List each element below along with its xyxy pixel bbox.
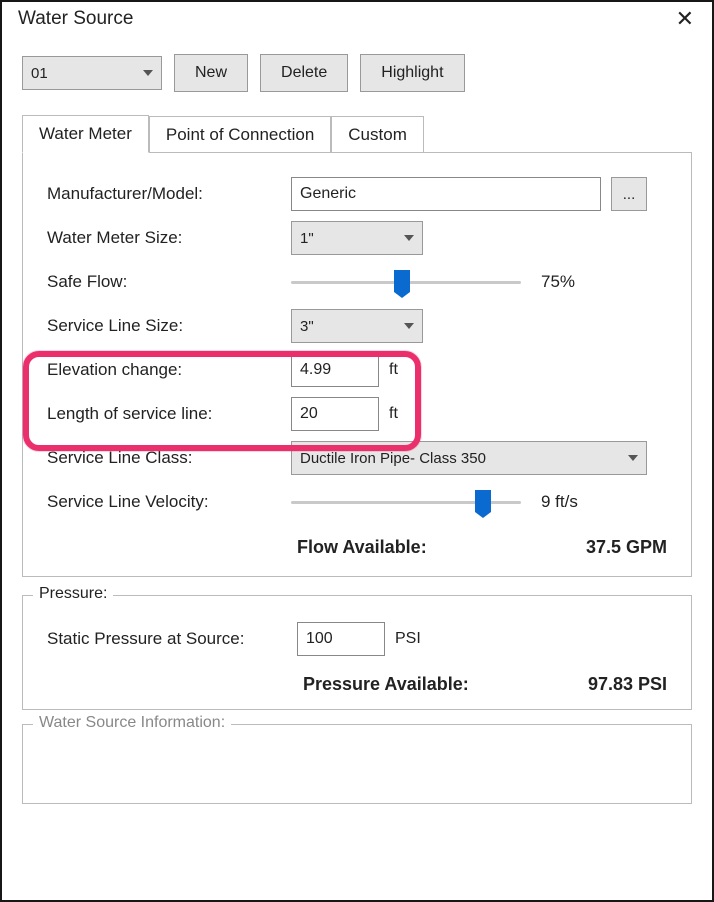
meter-size-select[interactable]: 1" <box>291 221 423 255</box>
tab-strip: Water Meter Point of Connection Custom <box>22 114 692 152</box>
static-pressure-input[interactable]: 100 <box>297 622 385 656</box>
pressure-legend: Pressure: <box>33 585 113 603</box>
manufacturer-label: Manufacturer/Model: <box>41 184 291 204</box>
close-icon[interactable]: ✕ <box>672 8 698 30</box>
manufacturer-browse-button[interactable]: ... <box>611 177 647 211</box>
pressure-available-row: Pressure Available: 97.83 PSI <box>41 674 673 695</box>
service-line-class-value: Ductile Iron Pipe- Class 350 <box>300 450 486 467</box>
safe-flow-slider[interactable]: 75% <box>291 270 521 294</box>
velocity-label: Service Line Velocity: <box>41 492 291 512</box>
highlight-button[interactable]: Highlight <box>360 54 464 92</box>
service-line-class-select[interactable]: Ductile Iron Pipe- Class 350 <box>291 441 647 475</box>
new-button[interactable]: New <box>174 54 248 92</box>
safe-flow-value: 75% <box>541 272 575 292</box>
water-source-info-group: Water Source Information: <box>22 724 692 804</box>
static-pressure-label: Static Pressure at Source: <box>41 629 297 649</box>
delete-button[interactable]: Delete <box>260 54 348 92</box>
elevation-unit: ft <box>389 361 398 379</box>
flow-available-value: 37.5 GPM <box>586 537 667 558</box>
titlebar: Water Source ✕ <box>2 2 712 36</box>
service-line-size-select[interactable]: 3" <box>291 309 423 343</box>
safe-flow-label: Safe Flow: <box>41 272 291 292</box>
static-pressure-row: Static Pressure at Source: 100 PSI <box>41 620 673 658</box>
tab-water-meter[interactable]: Water Meter <box>22 115 149 153</box>
manufacturer-input[interactable]: Generic <box>291 177 601 211</box>
pressure-available-value: 97.83 PSI <box>588 674 667 695</box>
tab-custom[interactable]: Custom <box>331 116 424 153</box>
elevation-row: Elevation change: 4.99 ft <box>41 351 673 389</box>
pressure-available-label: Pressure Available: <box>303 674 469 695</box>
service-line-size-row: Service Line Size: 3" <box>41 307 673 345</box>
service-line-class-row: Service Line Class: Ductile Iron Pipe- C… <box>41 439 673 477</box>
meter-size-value: 1" <box>300 230 314 247</box>
safe-flow-row: Safe Flow: 75% <box>41 263 673 301</box>
manufacturer-row: Manufacturer/Model: Generic ... <box>41 175 673 213</box>
meter-size-row: Water Meter Size: 1" <box>41 219 673 257</box>
service-line-size-label: Service Line Size: <box>41 316 291 336</box>
toolbar: 01 New Delete Highlight <box>2 36 712 102</box>
window-title: Water Source <box>18 8 133 30</box>
flow-available-label: Flow Available: <box>297 537 427 558</box>
velocity-slider[interactable]: 9 ft/s <box>291 490 521 514</box>
tab-point-of-connection[interactable]: Point of Connection <box>149 116 331 153</box>
meter-size-label: Water Meter Size: <box>41 228 291 248</box>
elevation-input[interactable]: 4.99 <box>291 353 379 387</box>
static-pressure-unit: PSI <box>395 630 421 648</box>
length-row: Length of service line: 20 ft <box>41 395 673 433</box>
service-line-size-value: 3" <box>300 318 314 335</box>
chevron-down-icon <box>143 70 153 76</box>
chevron-down-icon <box>404 323 414 329</box>
pressure-group: Pressure: Static Pressure at Source: 100… <box>22 595 692 710</box>
velocity-row: Service Line Velocity: 9 ft/s <box>41 483 673 521</box>
slider-thumb[interactable] <box>394 270 410 292</box>
slider-thumb[interactable] <box>475 490 491 512</box>
chevron-down-icon <box>404 235 414 241</box>
water-source-dialog: Water Source ✕ 01 New Delete Highlight W… <box>0 0 714 902</box>
length-label: Length of service line: <box>41 404 291 424</box>
source-selector-value: 01 <box>31 65 48 82</box>
service-line-class-label: Service Line Class: <box>41 448 291 468</box>
length-input[interactable]: 20 <box>291 397 379 431</box>
flow-available-row: Flow Available: 37.5 GPM <box>41 537 673 558</box>
chevron-down-icon <box>628 455 638 461</box>
source-selector[interactable]: 01 <box>22 56 162 90</box>
water-source-info-legend: Water Source Information: <box>33 714 231 732</box>
velocity-value: 9 ft/s <box>541 492 578 512</box>
elevation-label: Elevation change: <box>41 360 291 380</box>
length-unit: ft <box>389 405 398 423</box>
water-meter-panel: Manufacturer/Model: Generic ... Water Me… <box>22 152 692 577</box>
